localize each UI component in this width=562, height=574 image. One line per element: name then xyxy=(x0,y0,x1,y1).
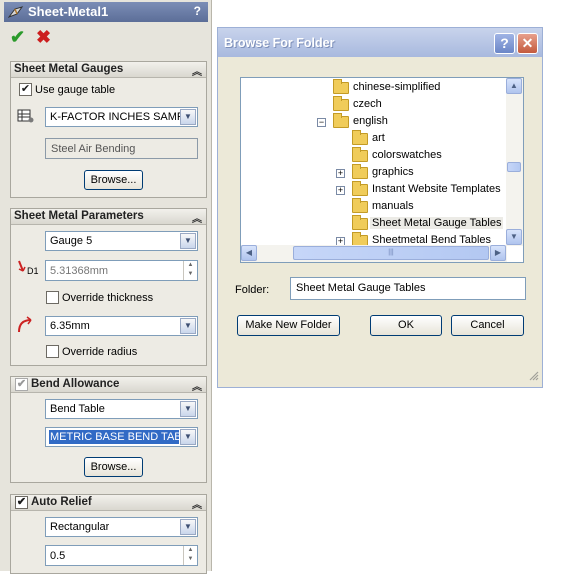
dialog-help-button[interactable]: ? xyxy=(494,33,515,54)
ok-button[interactable]: OK xyxy=(370,315,442,336)
browse-folder-dialog: Browse For Folder ? ✕ chinese-simplified… xyxy=(217,27,543,388)
chevron-down-icon[interactable]: ▼ xyxy=(180,233,196,249)
gauge-table-select[interactable]: K-FACTOR INCHES SAMPLE ▼ xyxy=(45,107,198,127)
parameters-header[interactable]: Sheet Metal Parameters ︽ xyxy=(11,209,206,225)
property-manager-panel: Sheet-Metal1 ? ✔ ✖ Sheet Metal Gauges ︽ … xyxy=(0,0,212,574)
gauge-select[interactable]: Gauge 5 ▼ xyxy=(45,231,198,251)
panel-title: Sheet-Metal1 xyxy=(28,4,109,19)
radius-select[interactable]: 6.35mm ▼ xyxy=(45,316,198,336)
bend-allowance-header[interactable]: ✔ Bend Allowance ︽ xyxy=(11,377,206,393)
bend-allowance-group: ✔ Bend Allowance ︽ Bend Table ▼ METRIC B… xyxy=(10,376,207,483)
scroll-left-icon[interactable]: ◀ xyxy=(241,245,257,261)
bend-type-select[interactable]: Bend Table ▼ xyxy=(45,399,198,419)
tree-vertical-scrollbar[interactable]: ▲ ▼ xyxy=(506,78,523,246)
spin-arrows-icon[interactable]: ▲ ▼ xyxy=(183,261,197,280)
folder-icon xyxy=(352,215,368,230)
thickness-icon: D1 xyxy=(17,259,39,277)
chevron-down-icon[interactable]: ▼ xyxy=(180,109,196,125)
dialog-title: Browse For Folder xyxy=(224,36,335,50)
cancel-x-icon[interactable]: ✖ xyxy=(36,28,51,46)
folder-icon xyxy=(352,147,368,162)
folder-icon xyxy=(352,198,368,213)
make-new-folder-button[interactable]: Make New Folder xyxy=(237,315,340,336)
auto-relief-group: ✔ Auto Relief ︽ Rectangular ▼ 0.5 ▲ ▼ xyxy=(10,494,207,574)
relief-ratio-spinbox[interactable]: 0.5 ▲ ▼ xyxy=(45,545,198,566)
auto-relief-header[interactable]: ✔ Auto Relief ︽ xyxy=(11,495,206,511)
scroll-right-icon[interactable]: ▶ xyxy=(490,245,506,261)
folder-label: Folder: xyxy=(235,284,270,296)
bend-browse-button[interactable]: Browse... xyxy=(84,457,143,477)
folder-icon xyxy=(352,181,368,196)
scroll-thumb[interactable] xyxy=(507,162,521,172)
bend-radius-icon xyxy=(17,316,37,337)
bend-allowance-checkbox[interactable]: ✔ xyxy=(15,378,28,391)
expand-plus-icon[interactable]: + xyxy=(336,169,345,178)
scroll-up-icon[interactable]: ▲ xyxy=(506,78,522,94)
folder-icon xyxy=(352,164,368,179)
gauges-header[interactable]: Sheet Metal Gauges ︽ xyxy=(11,62,206,78)
scroll-down-icon[interactable]: ▼ xyxy=(506,229,522,245)
chevron-down-icon[interactable]: ▼ xyxy=(180,318,196,334)
panel-title-bar: Sheet-Metal1 ? xyxy=(4,2,208,22)
gauges-group: Sheet Metal Gauges ︽ ✔ Use gauge table K… xyxy=(10,61,207,198)
dialog-title-bar[interactable]: Browse For Folder ? ✕ xyxy=(218,28,542,57)
auto-relief-checkbox[interactable]: ✔ xyxy=(15,496,28,509)
dialog-close-button[interactable]: ✕ xyxy=(517,33,538,54)
sheet-metal-icon xyxy=(7,5,24,19)
scroll-thumb[interactable]: ||| xyxy=(293,246,489,260)
folder-tree[interactable]: chinese-simplified czech − english art c… xyxy=(240,77,524,263)
resize-grip-icon[interactable] xyxy=(528,370,539,384)
override-thickness-label: Override thickness xyxy=(62,292,154,304)
folder-open-icon xyxy=(333,113,349,128)
use-gauge-checkbox[interactable]: ✔ xyxy=(19,83,32,96)
collapse-chevron-icon[interactable]: ︽ xyxy=(192,496,202,511)
gauge-name-field: Steel Air Bending xyxy=(45,138,198,159)
cancel-button[interactable]: Cancel xyxy=(451,315,524,336)
folder-icon xyxy=(333,79,349,94)
use-gauge-label: Use gauge table xyxy=(35,84,116,96)
chevron-down-icon[interactable]: ▼ xyxy=(180,401,196,417)
spin-arrows-icon[interactable]: ▲ ▼ xyxy=(183,546,197,565)
override-radius-label: Override radius xyxy=(62,346,138,358)
collapse-chevron-icon[interactable]: ︽ xyxy=(192,210,202,225)
collapse-chevron-icon[interactable]: ︽ xyxy=(192,63,202,78)
relief-type-select[interactable]: Rectangular ▼ xyxy=(45,517,198,537)
collapse-chevron-icon[interactable]: ︽ xyxy=(192,378,202,393)
override-thickness-checkbox[interactable] xyxy=(46,291,59,304)
gauge-table-icon xyxy=(17,109,34,126)
chevron-down-icon[interactable]: ▼ xyxy=(180,519,196,535)
gauges-browse-button[interactable]: Browse... xyxy=(84,170,143,190)
chevron-down-icon[interactable]: ▼ xyxy=(180,429,196,445)
ok-check-icon[interactable]: ✔ xyxy=(10,28,25,46)
collapse-minus-icon[interactable]: − xyxy=(317,118,326,127)
folder-icon xyxy=(333,96,349,111)
folder-input[interactable]: Sheet Metal Gauge Tables xyxy=(290,277,526,300)
folder-icon xyxy=(352,130,368,145)
expand-plus-icon[interactable]: + xyxy=(336,186,345,195)
override-radius-checkbox[interactable] xyxy=(46,345,59,358)
parameters-group: Sheet Metal Parameters ︽ Gauge 5 ▼ D1 5.… xyxy=(10,208,207,366)
panel-help-icon[interactable]: ? xyxy=(194,4,201,18)
tree-horizontal-scrollbar[interactable]: ◀ ||| ▶ xyxy=(241,245,507,262)
thickness-spinbox[interactable]: 5.31368mm ▲ ▼ xyxy=(45,260,198,281)
bend-table-select[interactable]: METRIC BASE BEND TABLE ▼ xyxy=(45,427,198,447)
